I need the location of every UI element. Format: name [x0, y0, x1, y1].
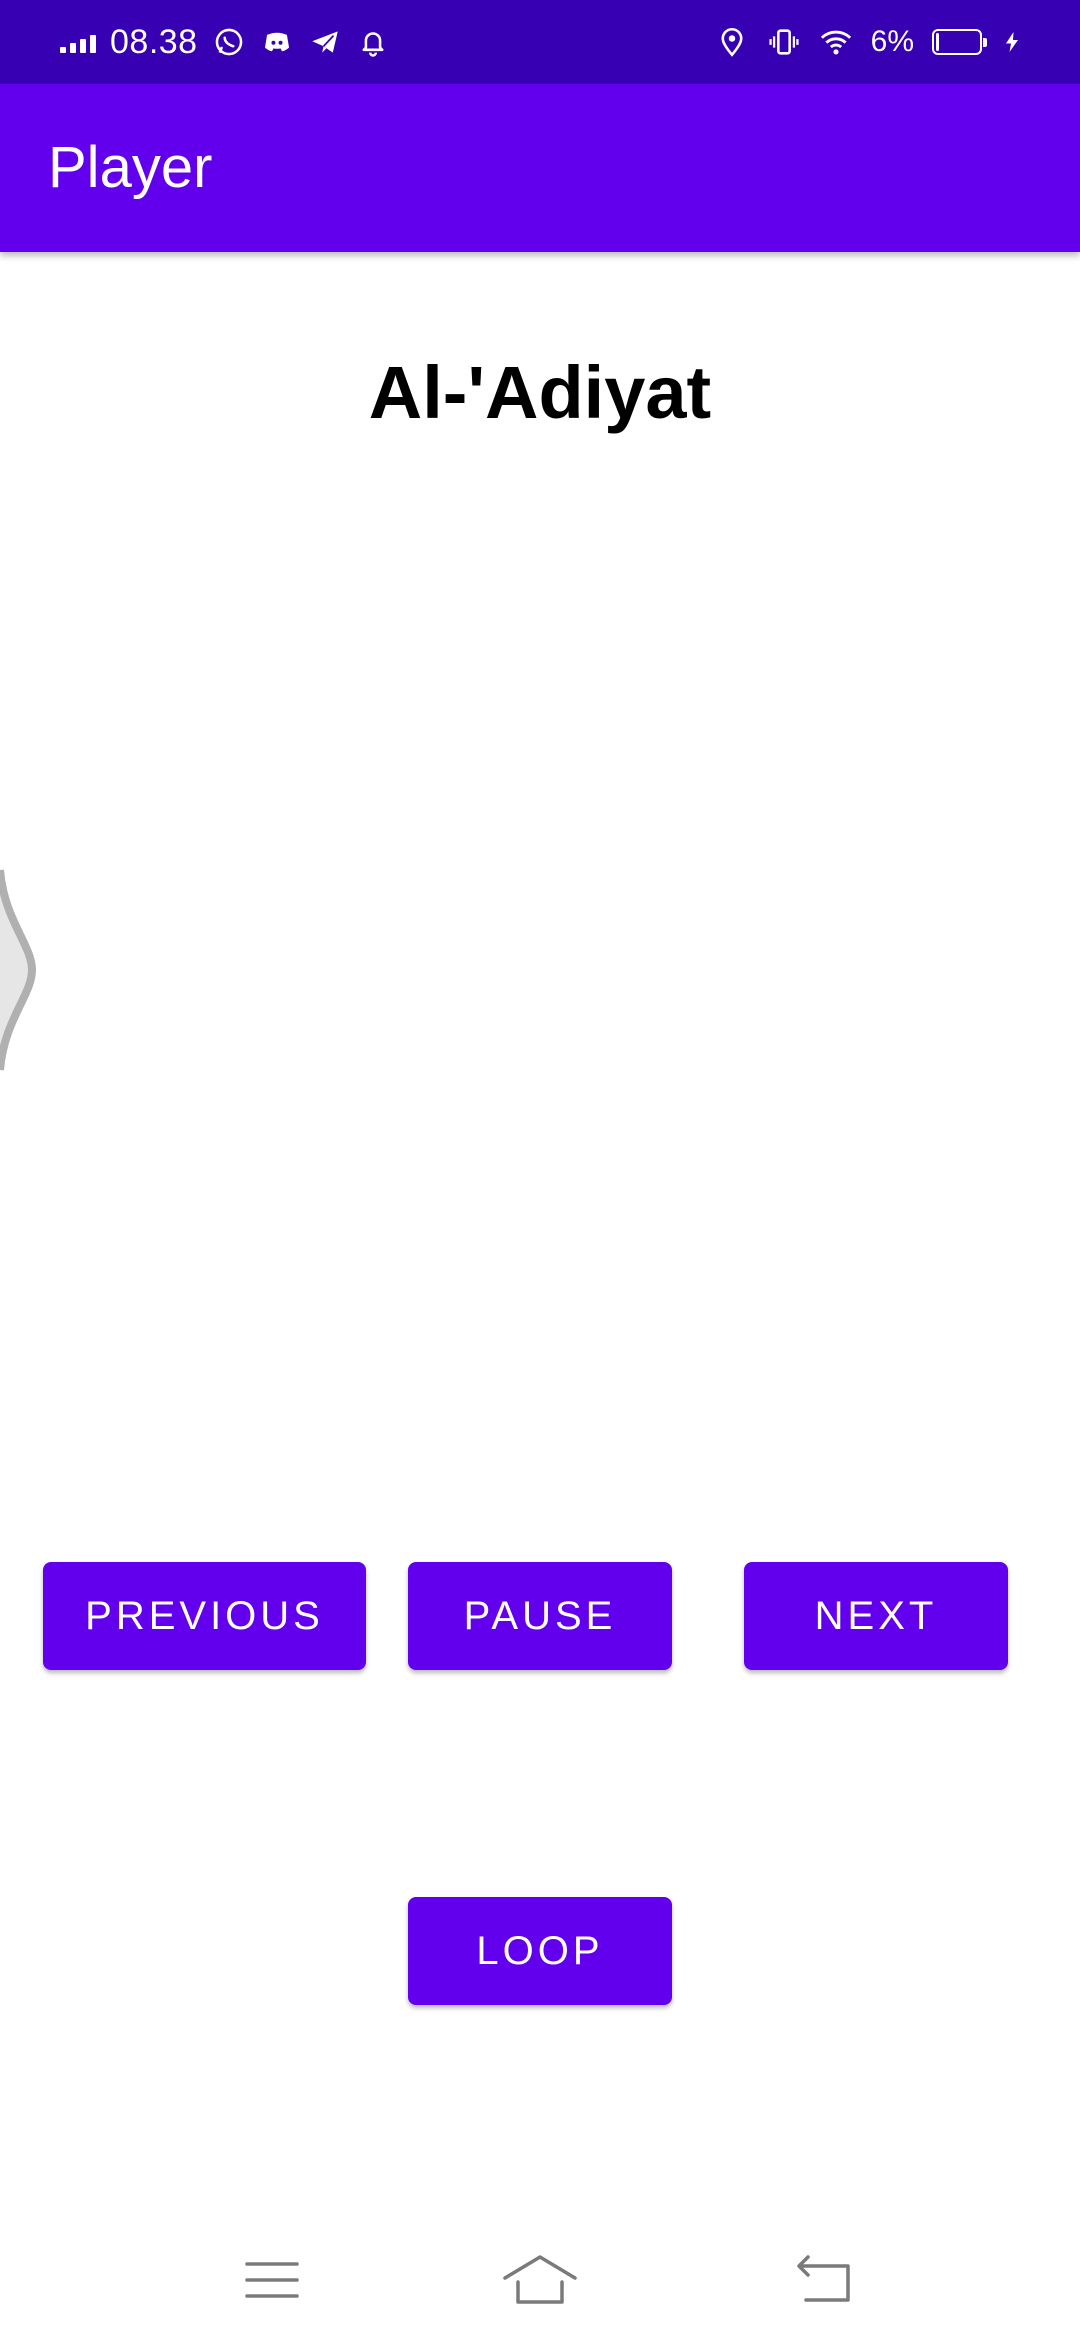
pause-button[interactable]: PAUSE	[408, 1562, 672, 1670]
vibrate-icon	[769, 29, 799, 55]
app-title: Player	[48, 135, 213, 200]
signal-strength-icon	[60, 31, 96, 53]
status-time: 08.38	[110, 22, 198, 61]
status-bar: 08.38 6%	[0, 0, 1080, 84]
battery-fill	[936, 33, 939, 51]
edge-swipe-handle[interactable]	[0, 850, 40, 1090]
recent-apps-button[interactable]	[232, 2240, 312, 2320]
track-title: Al-'Adiyat	[368, 351, 712, 434]
menu-icon	[245, 2262, 299, 2298]
discord-icon	[264, 32, 289, 52]
player-screen: 08.38 6% Player Al-'Adiyat PREVIOUS PAUS…	[0, 0, 1080, 2340]
status-bar-left: 08.38	[60, 0, 390, 84]
wifi-icon	[820, 30, 851, 55]
back-icon	[797, 2255, 850, 2302]
charging-icon	[1006, 32, 1018, 52]
battery-icon	[932, 29, 987, 55]
battery-percentage: 6%	[870, 25, 914, 58]
home-button[interactable]	[500, 2240, 580, 2320]
whatsapp-icon	[215, 28, 242, 56]
navigation-bar	[0, 2220, 1080, 2340]
next-button[interactable]: NEXT	[744, 1562, 1008, 1670]
previous-button[interactable]: PREVIOUS	[43, 1562, 366, 1670]
status-bar-right: 6%	[715, 0, 1024, 84]
app-bar: Player	[0, 84, 1080, 252]
loop-button[interactable]: LOOP	[408, 1897, 672, 2005]
bell-icon	[362, 32, 384, 57]
home-icon	[503, 2255, 577, 2304]
back-button[interactable]	[784, 2240, 864, 2320]
location-icon	[721, 27, 743, 57]
telegram-icon	[311, 31, 338, 53]
